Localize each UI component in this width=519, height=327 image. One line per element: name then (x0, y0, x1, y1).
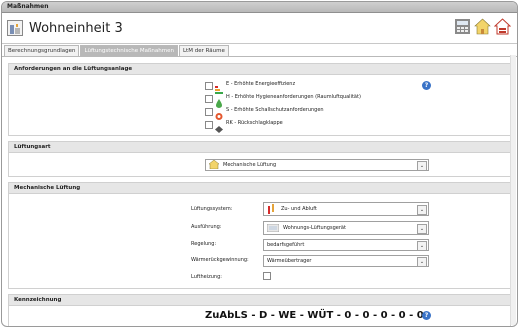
requirements-help-icon[interactable]: ? (422, 81, 431, 90)
chevron-down-icon[interactable]: ⌄ (417, 224, 427, 234)
control-value: bedarfsgeführt (267, 242, 305, 248)
energy-efficiency-icon (215, 80, 223, 94)
chevron-down-icon[interactable]: ⌄ (417, 257, 427, 267)
designation-code: ZuAbLS - D - WE - WÜT - 0 - 0 - 0 - 0 - … (205, 310, 424, 321)
system-value: Zu- und Abluft (281, 206, 317, 212)
ventilation-type-heading: Lüftungsart (9, 142, 510, 153)
efficiency-label: E - Erhöhte Energieeffizienz (226, 81, 296, 87)
content-area: Anforderungen an die Lüftungsanlage E - … (2, 57, 517, 326)
control-label: Regelung: (191, 241, 217, 247)
supply-exhaust-icon (267, 204, 277, 219)
ventilation-type-section: Lüftungsart Mechanische Lüftung ⌄ (8, 141, 511, 177)
mechanical-heading: Mechanische Lüftung (9, 183, 510, 194)
header-toolbar (454, 18, 512, 35)
tab-calculation-basis[interactable]: Berechnungsgrundlagen (4, 45, 80, 56)
design-value: Wohnungs-Lüftungsgerät (283, 225, 346, 231)
heat-recovery-value: Wärmeübertrager (267, 258, 312, 264)
designation-heading: Kennzeichnung (9, 295, 510, 306)
chevron-down-icon[interactable]: ⌄ (417, 205, 427, 215)
design-select[interactable]: Wohnungs-Lüftungsgerät ⌄ (263, 221, 429, 235)
ventilation-type-value: Mechanische Lüftung (223, 162, 277, 168)
designation-section: Kennzeichnung ZuAbLS - D - WE - WÜT - 0 … (8, 294, 511, 326)
heat-recovery-label: Wärmerückgewinnung: (191, 257, 249, 263)
air-heating-label: Luftheizung: (191, 274, 222, 280)
designation-help-icon[interactable]: ? (422, 311, 431, 320)
check-valve-label: RK - Rückschlagklappe (226, 120, 283, 126)
hygiene-label: H - Erhöhte Hygieneanforderungen (Raumlu… (226, 94, 361, 100)
window-title: Maßnahmen (2, 2, 517, 13)
building-unit-icon (7, 20, 23, 36)
sound-checkbox[interactable] (205, 108, 213, 116)
measures-window: Maßnahmen Wohneinheit 3 Berechnungsgrund… (1, 1, 518, 327)
house-ventilation-icon[interactable] (493, 18, 512, 35)
house-small-icon (208, 159, 220, 173)
ventilation-type-select[interactable]: Mechanische Lüftung ⌄ (205, 159, 429, 171)
unit-title: Wohneinheit 3 (29, 21, 123, 36)
chevron-down-icon[interactable]: ⌄ (417, 241, 427, 251)
air-heating-checkbox[interactable] (263, 272, 271, 280)
chevron-down-icon[interactable]: ⌄ (417, 161, 427, 171)
requirements-section: Anforderungen an die Lüftungsanlage E - … (8, 63, 511, 136)
heat-recovery-select[interactable]: Wärmeübertrager ⌄ (263, 255, 429, 267)
system-label: Lüftungssystem: (191, 206, 233, 212)
house-icon[interactable] (474, 18, 491, 35)
check-valve-checkbox[interactable] (205, 121, 213, 129)
ventilation-unit-icon (266, 223, 280, 237)
unit-header: Wohneinheit 3 (2, 13, 517, 44)
check-valve-icon (215, 119, 223, 133)
requirements-heading: Anforderungen an die Lüftungsanlage (9, 64, 510, 75)
tab-ventilation-measures[interactable]: Lüftungstechnische Maßnahmen (80, 45, 178, 56)
tab-room-measures[interactable]: LtM der Räume (178, 45, 229, 56)
hygiene-drop-icon (215, 93, 223, 108)
calculator-icon[interactable] (454, 18, 471, 35)
efficiency-checkbox[interactable] (205, 82, 213, 90)
sound-label: S - Erhöhte Schallschutzanforderungen (226, 107, 324, 113)
mechanical-section: Mechanische Lüftung Lüftungssystem: Zu- … (8, 182, 511, 289)
control-select[interactable]: bedarfsgeführt ⌄ (263, 239, 429, 251)
hygiene-checkbox[interactable] (205, 95, 213, 103)
ear-icon (215, 106, 223, 120)
design-label: Ausführung: (191, 224, 222, 230)
vertical-scrollbar[interactable] (510, 55, 516, 325)
system-select[interactable]: Zu- und Abluft ⌄ (263, 202, 429, 216)
tab-bar: Berechnungsgrundlagen Lüftungstechnische… (2, 44, 517, 57)
